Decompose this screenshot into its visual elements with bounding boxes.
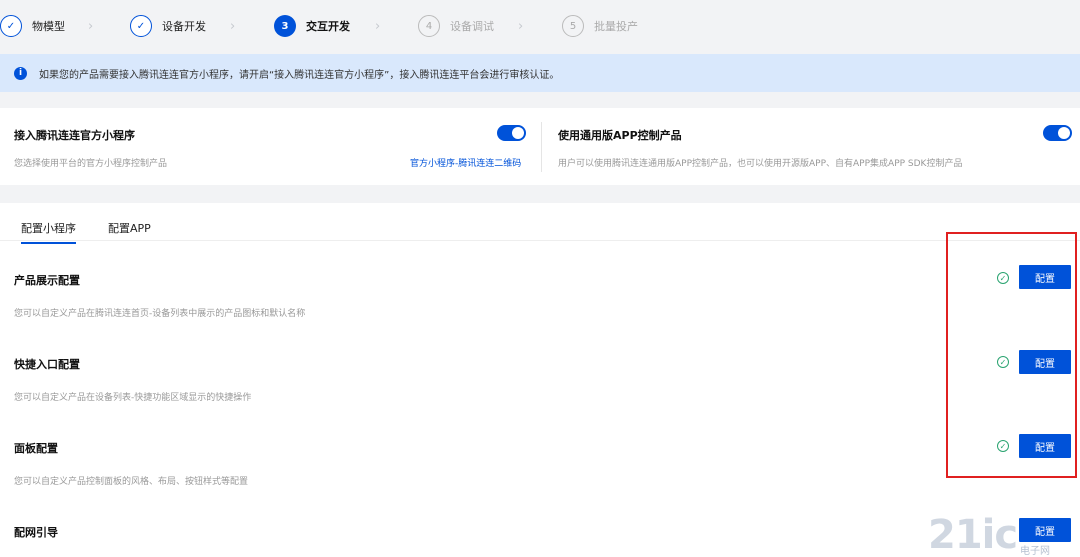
highlight-box	[946, 232, 1077, 478]
chevron-right-icon: ›	[375, 19, 381, 34]
watermark-logo: 21ic	[928, 512, 1018, 557]
step-label: 物模型	[32, 20, 65, 33]
qrcode-link[interactable]: 官方小程序-腾讯连连二维码	[410, 156, 521, 169]
step-label: 批量投产	[594, 20, 638, 33]
step-number: 3	[274, 15, 296, 37]
miniprogram-access-title: 接入腾讯连连官方小程序	[14, 129, 135, 142]
miniprogram-access-toggle[interactable]	[497, 125, 526, 141]
config-item-desc: 您可以自定义产品在设备列表-快捷功能区域显示的快捷操作	[14, 393, 252, 403]
chevron-right-icon: ›	[88, 19, 94, 34]
config-panel: 配置小程序 配置APP 产品展示配置 ✓ 配置 您可以自定义产品在腾讯连连首页-…	[0, 203, 1080, 557]
chevron-right-icon: ›	[230, 19, 236, 34]
app-access-section: 使用通用版APP控制产品 用户可以使用腾讯连连通用版APP控制产品，也可以使用开…	[542, 108, 1080, 185]
miniprogram-access-section: 接入腾讯连连官方小程序 您选择使用平台的官方小程序控制产品 官方小程序-腾讯连连…	[0, 108, 541, 185]
app-access-toggle[interactable]	[1043, 125, 1072, 141]
config-item-title: 产品展示配置	[14, 274, 80, 287]
step-interaction-dev[interactable]: 3 交互开发	[274, 15, 350, 37]
notice-text: 如果您的产品需要接入腾讯连连官方小程序，请开启“接入腾讯连连官方小程序”，接入腾…	[39, 69, 560, 81]
step-device-debug[interactable]: 4 设备调试	[418, 15, 494, 37]
tab-bar: 配置小程序 配置APP	[0, 203, 1080, 244]
steps-bar: ✓ 物模型 › ✓ 设备开发 › 3 交互开发 › 4 设备调试 › 5 批量投…	[0, 0, 1080, 52]
step-label: 交互开发	[306, 20, 350, 33]
app-access-desc: 用户可以使用腾讯连连通用版APP控制产品，也可以使用开源版APP、自有APP集成…	[558, 159, 963, 169]
step-check-icon: ✓	[0, 15, 22, 37]
step-mass-production[interactable]: 5 批量投产	[562, 15, 638, 37]
config-item-title: 配网引导	[14, 526, 58, 539]
config-item-desc: 您可以自定义产品在腾讯连连首页-设备列表中展示的产品图标和默认名称	[14, 309, 306, 319]
watermark: 21ic 电子网	[928, 512, 1076, 557]
step-number: 5	[562, 15, 584, 37]
app-access-title: 使用通用版APP控制产品	[558, 129, 682, 142]
config-item-title: 面板配置	[14, 442, 58, 455]
step-number: 4	[418, 15, 440, 37]
info-notice: i 如果您的产品需要接入腾讯连连官方小程序，请开启“接入腾讯连连官方小程序”，接…	[0, 54, 1080, 92]
tab-config-app[interactable]: 配置APP	[108, 220, 151, 236]
step-device-dev[interactable]: ✓ 设备开发	[130, 15, 206, 37]
chevron-right-icon: ›	[518, 19, 524, 34]
step-label: 设备调试	[450, 20, 494, 33]
step-thing-model[interactable]: ✓ 物模型	[0, 15, 65, 37]
config-item-desc: 您可以自定义产品控制面板的风格、布局、按钮样式等配置	[14, 477, 249, 487]
step-check-icon: ✓	[130, 15, 152, 37]
step-label: 设备开发	[162, 20, 206, 33]
watermark-text: 电子网	[1020, 546, 1050, 557]
config-item-title: 快捷入口配置	[14, 358, 80, 371]
miniprogram-access-desc: 您选择使用平台的官方小程序控制产品	[14, 159, 168, 169]
access-card: 接入腾讯连连官方小程序 您选择使用平台的官方小程序控制产品 官方小程序-腾讯连连…	[0, 108, 1080, 185]
tab-config-miniprogram[interactable]: 配置小程序	[21, 220, 76, 244]
info-icon: i	[14, 66, 27, 80]
